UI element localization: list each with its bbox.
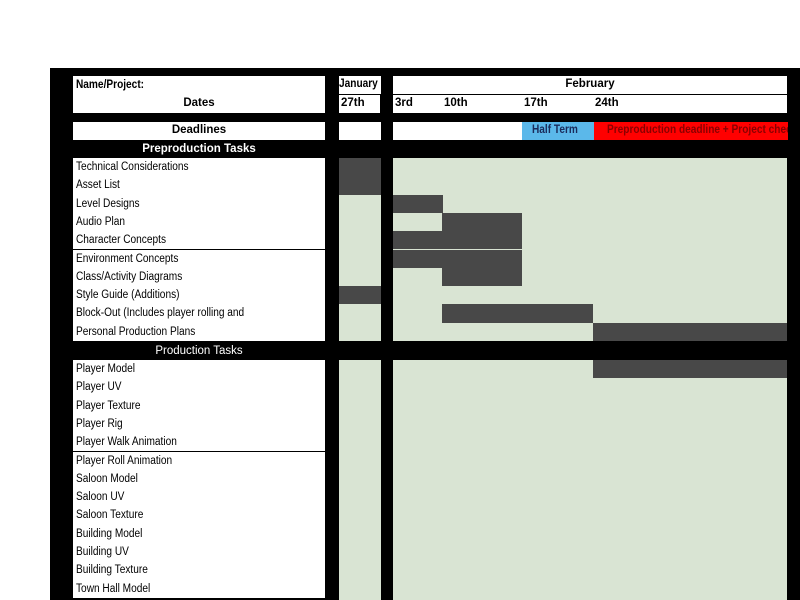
- task-bar[interactable]: [339, 286, 381, 305]
- grid-bg-feb-prod: [393, 360, 787, 600]
- task-name: Technical Considerations: [76, 161, 189, 173]
- task-name: Audio Plan: [76, 215, 125, 228]
- task-bar[interactable]: [442, 304, 522, 323]
- week-header-feb-17[interactable]: 17th: [522, 95, 594, 113]
- section-title-production: Production Tasks: [155, 345, 243, 357]
- task-name: Player Roll Animation: [76, 454, 173, 467]
- task-row[interactable]: Asset List: [73, 176, 325, 195]
- task-row[interactable]: Town Hall Model: [73, 579, 325, 598]
- task-name: Player Texture: [76, 399, 141, 412]
- month-header-february[interactable]: February: [393, 76, 787, 94]
- deadline-cell-feb-10[interactable]: [442, 122, 523, 140]
- task-name: Building UV: [76, 546, 129, 558]
- task-bar[interactable]: [393, 194, 443, 213]
- task-name: Saloon UV: [76, 491, 125, 504]
- task-row[interactable]: Building Model: [73, 524, 325, 543]
- task-bar[interactable]: [442, 249, 522, 268]
- task-bar[interactable]: [393, 249, 443, 268]
- task-bar[interactable]: [522, 304, 593, 323]
- task-row[interactable]: Audio Plan: [73, 212, 325, 232]
- month-label: January: [339, 78, 378, 90]
- task-name: Asset List: [76, 179, 120, 192]
- task-row[interactable]: Personal Production Plans: [73, 322, 325, 341]
- task-name: Saloon Model: [76, 472, 138, 485]
- week-header-jan-27[interactable]: 27th: [339, 95, 381, 113]
- task-bar[interactable]: [593, 360, 787, 379]
- task-row[interactable]: Building Texture: [73, 561, 325, 580]
- task-row[interactable]: Player Texture: [73, 396, 325, 415]
- task-name: Player Walk Animation: [76, 436, 177, 449]
- task-name: Player Model: [76, 363, 136, 375]
- week-label: 27th: [341, 97, 365, 109]
- week-header-feb-3[interactable]: 3rd: [393, 95, 443, 113]
- task-bar[interactable]: [442, 212, 522, 232]
- task-name: Environment Concepts: [76, 252, 179, 265]
- task-row[interactable]: Technical Considerations: [73, 158, 325, 177]
- task-name: Personal Production Plans: [76, 325, 196, 338]
- task-name: Player Rig: [76, 417, 123, 430]
- task-row[interactable]: Player Rig: [73, 414, 325, 434]
- deadline-preproduction[interactable]: Preproduction deadline + Project check: [594, 122, 788, 140]
- task-row[interactable]: Building UV: [73, 543, 325, 562]
- task-row[interactable]: Level Designs: [73, 194, 325, 213]
- task-bar[interactable]: [442, 231, 522, 250]
- week-label: 3rd: [395, 97, 413, 109]
- task-name: Building Texture: [76, 564, 148, 577]
- task-row[interactable]: Player Roll Animation: [73, 451, 325, 470]
- task-name: Class/Activity Diagrams: [76, 270, 183, 283]
- task-row[interactable]: Style Guide (Additions): [73, 286, 325, 305]
- task-name: Character Concepts: [76, 234, 167, 247]
- task-bar[interactable]: [442, 267, 522, 287]
- task-name: Style Guide (Additions): [76, 289, 180, 302]
- task-name: Building Model: [76, 527, 143, 540]
- task-name: Town Hall Model: [76, 582, 151, 595]
- dates-label: Dates: [183, 97, 215, 109]
- grid-bg-jan-prod: [339, 360, 381, 600]
- task-bar[interactable]: [593, 322, 787, 341]
- week-header-feb-10[interactable]: 10th: [442, 95, 523, 113]
- name-project-label: Name/Project:: [76, 79, 145, 91]
- section-title-preproduction: Preproduction Tasks: [142, 143, 256, 155]
- deadline-cell-feb-3[interactable]: [393, 122, 443, 140]
- week-label: 24th: [595, 97, 619, 109]
- preproduction-deadline-label: Preproduction deadline + Project check: [606, 124, 788, 136]
- deadlines-label: Deadlines: [171, 124, 227, 136]
- task-row[interactable]: Saloon UV: [73, 488, 325, 507]
- task-name: Player UV: [76, 381, 122, 394]
- task-row[interactable]: Saloon Model: [73, 469, 325, 489]
- deadlines-label-cell: Deadlines: [73, 122, 325, 140]
- task-row[interactable]: Player Model: [73, 360, 325, 379]
- task-row[interactable]: Player UV: [73, 378, 325, 397]
- name-project-cell[interactable]: Name/Project: Dates: [73, 76, 325, 113]
- task-row[interactable]: Player Walk Animation: [73, 433, 325, 452]
- gantt-chart-sheet: Name/Project: Dates January 27th Februar…: [50, 68, 800, 600]
- task-row[interactable]: Block-Out (Includes player rolling and d…: [73, 304, 325, 338]
- task-name: Level Designs: [76, 197, 140, 210]
- task-name: Saloon Texture: [76, 509, 144, 522]
- task-row[interactable]: Saloon Texture: [73, 506, 325, 525]
- task-row[interactable]: Class/Activity Diagrams: [73, 267, 325, 287]
- month-header-january[interactable]: January: [339, 76, 381, 94]
- deadline-half-term[interactable]: Half Term: [522, 122, 594, 140]
- month-label: February: [565, 78, 615, 90]
- task-bar[interactable]: [393, 231, 443, 250]
- task-row[interactable]: Environment Concepts: [73, 249, 325, 268]
- week-label: 10th: [444, 97, 468, 109]
- task-row[interactable]: Character Concepts: [73, 231, 325, 250]
- week-header-feb-24[interactable]: 24th: [593, 95, 787, 113]
- half-term-label: Half Term: [531, 124, 578, 136]
- deadline-cell-jan-27[interactable]: [339, 122, 381, 140]
- task-bar[interactable]: [339, 176, 381, 195]
- week-label: 17th: [524, 97, 548, 109]
- task-bar[interactable]: [339, 158, 381, 177]
